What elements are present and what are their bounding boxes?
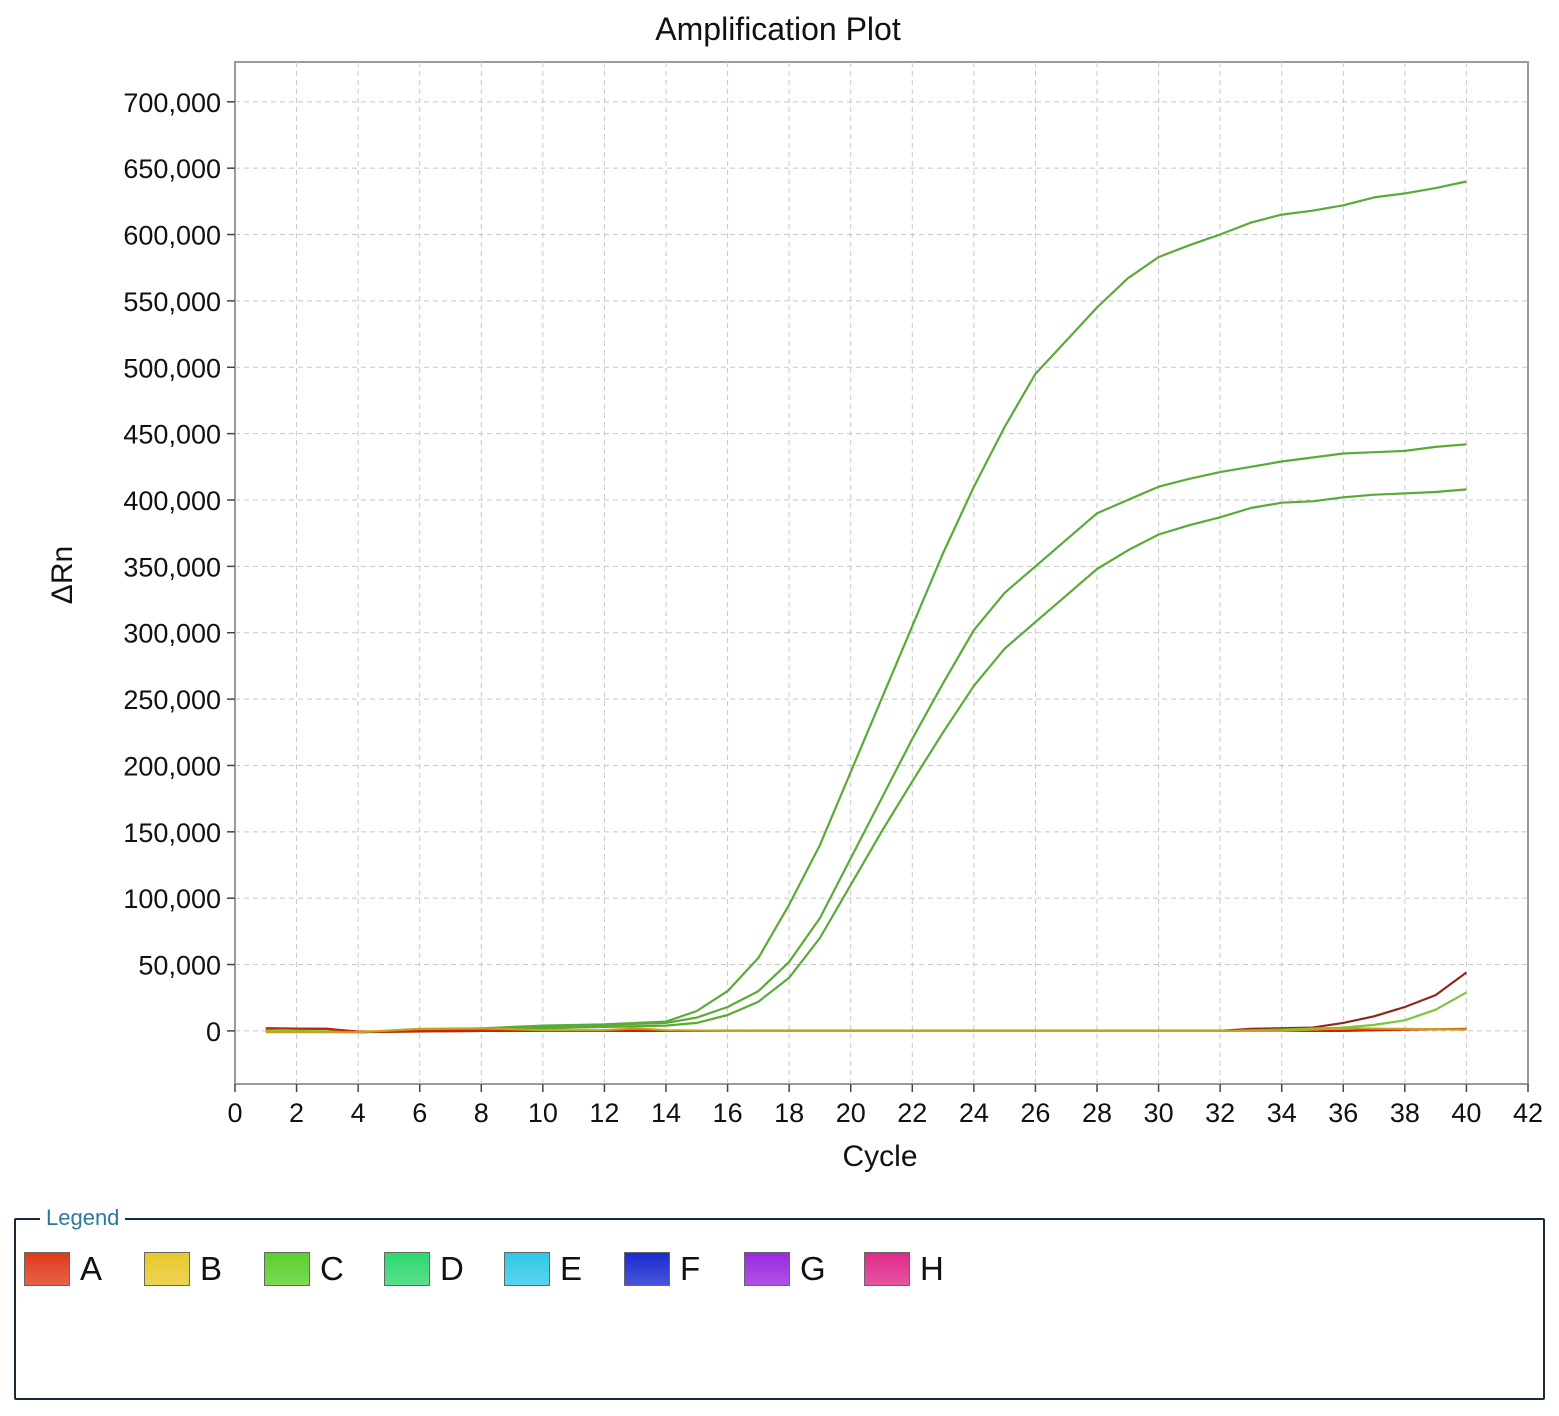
x-tick-label: 32 xyxy=(1205,1098,1235,1128)
legend-item-g: G xyxy=(744,1250,864,1288)
x-tick-label: 22 xyxy=(897,1098,927,1128)
x-tick-label: 18 xyxy=(774,1098,804,1128)
y-axis: 0 50,000 100,000 150,000 200,000 250,000 300,0… xyxy=(123,88,235,1047)
x-tick-label: 24 xyxy=(959,1098,989,1128)
x-tick-label: 4 xyxy=(351,1098,366,1128)
x-tick-label: 28 xyxy=(1082,1098,1112,1128)
legend-item-b: B xyxy=(144,1250,264,1288)
legend-swatch xyxy=(264,1252,310,1286)
y-axis-label: ΔRn xyxy=(46,546,79,604)
x-tick-label: 38 xyxy=(1390,1098,1420,1128)
x-tick-label: 6 xyxy=(412,1098,427,1128)
legend: Legend A B C D E F G H xyxy=(14,1205,1545,1400)
legend-swatch xyxy=(144,1252,190,1286)
x-tick-label: 34 xyxy=(1267,1098,1297,1128)
y-tick-label: 300,000 xyxy=(123,619,221,649)
legend-swatch xyxy=(504,1252,550,1286)
x-tick-label: 20 xyxy=(836,1098,866,1128)
y-tick-label: 400,000 xyxy=(123,486,221,516)
chart-title: Amplification Plot xyxy=(655,11,901,47)
legend-label: F xyxy=(680,1250,701,1287)
x-tick-label: 12 xyxy=(589,1098,619,1128)
legend-item-c: C xyxy=(264,1250,384,1288)
legend-item-f: F xyxy=(624,1250,744,1288)
x-tick-label: 10 xyxy=(528,1098,558,1128)
y-tick-label: 50,000 xyxy=(138,951,221,981)
amplification-chart: Amplification Plot 0 2 4 6 8 10 12 14 16 18 20 22 24… xyxy=(46,11,1543,1173)
y-tick-label: 550,000 xyxy=(123,287,221,317)
legend-item-d: D xyxy=(384,1250,504,1288)
x-tick-label: 26 xyxy=(1020,1098,1050,1128)
x-tick-label: 36 xyxy=(1328,1098,1358,1128)
y-tick-label: 700,000 xyxy=(123,88,221,118)
legend-label: A xyxy=(80,1250,103,1287)
x-tick-label: 8 xyxy=(474,1098,489,1128)
legend-label: H xyxy=(920,1250,944,1287)
x-tick-label: 2 xyxy=(289,1098,304,1128)
legend-label: B xyxy=(200,1250,223,1287)
x-tick-label: 16 xyxy=(713,1098,743,1128)
y-tick-label: 500,000 xyxy=(123,353,221,383)
legend-label: D xyxy=(440,1250,464,1287)
legend-label: G xyxy=(800,1250,826,1287)
legend-swatch xyxy=(744,1252,790,1286)
y-tick-label: 150,000 xyxy=(123,818,221,848)
y-tick-label: 650,000 xyxy=(123,154,221,184)
y-tick-label: 200,000 xyxy=(123,751,221,781)
plot-area xyxy=(234,61,1529,1085)
x-axis-label: Cycle xyxy=(842,1140,917,1173)
x-tick-label: 42 xyxy=(1513,1098,1543,1128)
x-axis: 0 2 4 6 8 10 12 14 16 18 20 22 24 26 28 30 32 34 36 38 40 42 xyxy=(227,1084,1543,1128)
legend-swatch xyxy=(864,1252,910,1286)
legend-item-a: A xyxy=(24,1250,144,1288)
legend-title: Legend xyxy=(40,1205,126,1231)
y-tick-label: 350,000 xyxy=(123,552,221,582)
y-tick-label: 100,000 xyxy=(123,884,221,914)
legend-items: A B C D E F G H xyxy=(24,1250,984,1288)
x-tick-label: 0 xyxy=(227,1098,242,1128)
legend-swatch xyxy=(24,1252,70,1286)
legend-label: C xyxy=(320,1250,344,1287)
x-tick-label: 40 xyxy=(1451,1098,1481,1128)
legend-item-e: E xyxy=(504,1250,624,1288)
x-tick-label: 14 xyxy=(651,1098,681,1128)
x-tick-label: 30 xyxy=(1144,1098,1174,1128)
y-tick-label: 450,000 xyxy=(123,420,221,450)
y-tick-label: 0 xyxy=(206,1017,221,1047)
y-tick-label: 600,000 xyxy=(123,221,221,251)
legend-swatch xyxy=(384,1252,430,1286)
legend-item-h: H xyxy=(864,1250,984,1288)
legend-label: E xyxy=(560,1250,583,1287)
y-tick-label: 250,000 xyxy=(123,685,221,715)
legend-swatch xyxy=(624,1252,670,1286)
